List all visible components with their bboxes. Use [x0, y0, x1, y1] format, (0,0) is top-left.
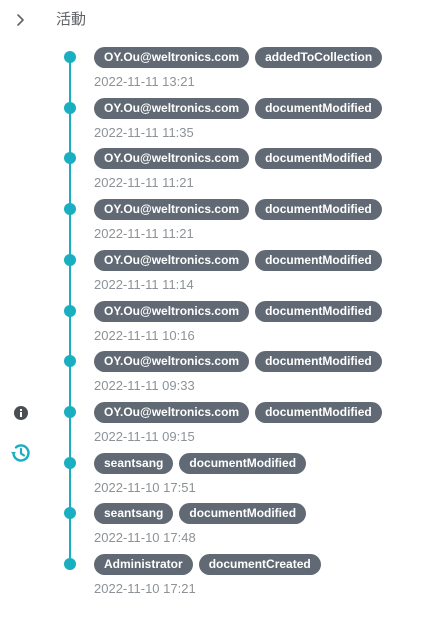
activity-timestamp: 2022-11-11 11:14	[94, 276, 194, 292]
activity-entry: seantsang documentModified 2022-11-10 17:4…	[60, 503, 420, 554]
action-chip[interactable]: documentCreated	[198, 554, 321, 575]
activity-timestamp: 2022-11-10 17:48	[94, 530, 196, 546]
activity-timeline: OY.Ou@weltronics.com addedToCollection 202…	[60, 47, 420, 608]
action-chip[interactable]: documentModified	[255, 249, 382, 271]
activity-chips: OY.Ou@weltronics.com documentModified	[94, 249, 382, 271]
user-chip[interactable]: OY.Ou@weltronics.com	[94, 401, 250, 423]
action-chip[interactable]: addedToCollection	[255, 47, 383, 68]
activity-timestamp: 2022-11-11 11:21	[94, 175, 194, 191]
activity-chips: seantsang documentModified	[94, 503, 307, 525]
activity-timestamp: 2022-11-11 11:35	[94, 124, 194, 140]
timeline-dot	[64, 355, 76, 368]
action-chip[interactable]: documentModified	[255, 97, 382, 119]
user-chip[interactable]: OY.Ou@weltronics.com	[94, 199, 250, 221]
panel-title: 活動	[56, 11, 87, 28]
user-chip[interactable]: Administrator	[94, 554, 193, 575]
activity-entry: OY.Ou@weltronics.com documentModified 2022…	[60, 199, 420, 250]
activity-entry: OY.Ou@weltronics.com documentModified 2022…	[60, 351, 420, 402]
user-chip[interactable]: OY.Ou@weltronics.com	[94, 47, 250, 68]
action-chip[interactable]: documentModified	[179, 503, 307, 525]
activity-chips: OY.Ou@weltronics.com addedToCollection	[94, 47, 383, 68]
activity-entry: OY.Ou@weltronics.com documentModified 2022…	[60, 401, 420, 453]
action-chip[interactable]: documentModified	[255, 351, 382, 373]
activity-timestamp: 2022-11-11 09:15	[94, 428, 195, 444]
user-chip[interactable]: OY.Ou@weltronics.com	[94, 300, 250, 322]
user-chip[interactable]: OY.Ou@weltronics.com	[94, 148, 250, 170]
activity-entry: OY.Ou@weltronics.com documentModified 2022…	[60, 300, 420, 352]
user-chip[interactable]: OY.Ou@weltronics.com	[94, 249, 250, 271]
user-chip[interactable]: seantsang	[94, 503, 174, 525]
timeline-dot	[64, 51, 76, 63]
action-chip[interactable]: documentModified	[255, 401, 382, 423]
activity-timestamp: 2022-11-11 11:21	[94, 226, 194, 242]
timeline-dot	[64, 405, 76, 418]
activity-entry: OY.Ou@weltronics.com addedToCollection 202…	[60, 47, 420, 98]
panel-header: 活動	[0, 0, 433, 40]
activity-entry: OY.Ou@weltronics.com documentModified 2022…	[60, 148, 420, 199]
activity-chips: OY.Ou@weltronics.com documentModified	[94, 199, 382, 221]
activity-chips: OY.Ou@weltronics.com documentModified	[94, 401, 382, 423]
activity-panel: 活動 OY.Ou@weltronics.com addedToCollection…	[0, 0, 433, 641]
activity-entry: OY.Ou@weltronics.com documentModified 2022…	[60, 97, 420, 149]
timeline-dot	[64, 152, 76, 165]
activity-chips: OY.Ou@weltronics.com documentModified	[94, 351, 382, 373]
timeline-dot	[64, 101, 76, 114]
timeline-dot	[64, 507, 76, 520]
user-chip[interactable]: seantsang	[94, 452, 174, 474]
activity-timestamp: 2022-11-11 10:16	[94, 327, 195, 343]
info-icon[interactable]	[8, 400, 34, 426]
activity-timestamp: 2022-11-11 09:33	[94, 378, 195, 394]
timeline-dot	[64, 203, 76, 216]
activity-timestamp: 2022-11-10 17:51	[94, 479, 196, 495]
action-chip[interactable]: documentModified	[255, 199, 382, 221]
action-chip[interactable]: documentModified	[179, 452, 307, 474]
timeline-dot	[64, 304, 76, 317]
activity-chips: OY.Ou@weltronics.com documentModified	[94, 148, 382, 170]
timeline-dot	[64, 456, 76, 469]
user-chip[interactable]: OY.Ou@weltronics.com	[94, 351, 250, 373]
activity-entry: seantsang documentModified 2022-11-10 17:5…	[60, 452, 420, 504]
action-chip[interactable]: documentModified	[255, 300, 382, 322]
timeline-dot	[64, 253, 76, 266]
activity-timestamp: 2022-11-10 17:21	[94, 581, 196, 596]
activity-timestamp: 2022-11-11 13:21	[94, 74, 195, 89]
user-chip[interactable]: OY.Ou@weltronics.com	[94, 97, 250, 119]
chevron-right-icon[interactable]	[10, 10, 30, 30]
activity-chips: Administrator documentCreated	[94, 554, 321, 575]
activity-entry: OY.Ou@weltronics.com documentModified 2022…	[60, 249, 420, 301]
activity-chips: OY.Ou@weltronics.com documentModified	[94, 300, 382, 322]
action-chip[interactable]: documentModified	[255, 148, 382, 170]
timeline-dot	[64, 558, 76, 570]
history-icon[interactable]	[8, 440, 34, 466]
activity-chips: seantsang documentModified	[94, 452, 307, 474]
activity-chips: OY.Ou@weltronics.com documentModified	[94, 97, 382, 119]
activity-entry: Administrator documentCreated 2022-11-10 1…	[60, 554, 420, 605]
